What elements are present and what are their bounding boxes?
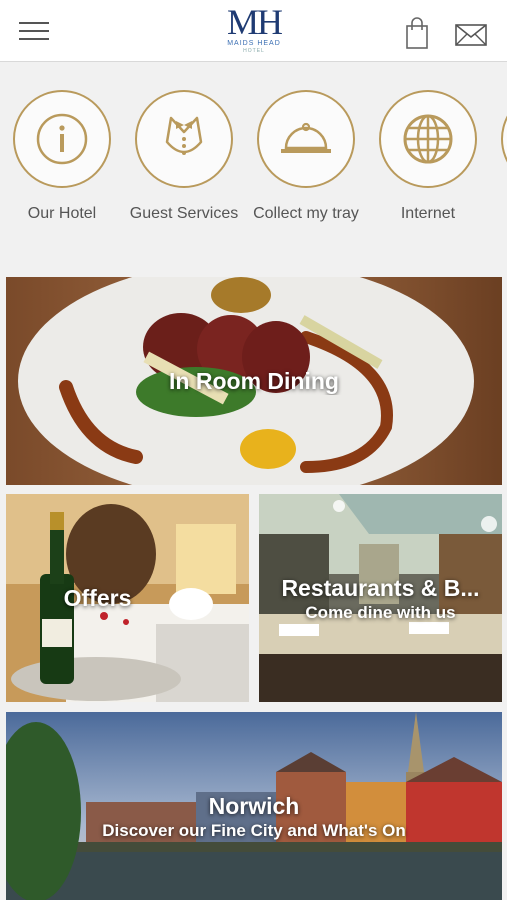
category-label: Internet bbox=[400, 205, 456, 222]
butler-icon bbox=[165, 116, 203, 155]
category-internet[interactable]: Internet bbox=[368, 90, 488, 225]
tile-title: Restaurants & B... bbox=[281, 575, 480, 601]
tile-norwich[interactable]: Norwich Discover our Fine City and What'… bbox=[6, 712, 502, 900]
tile-subtitle: Discover our Fine City and What's On bbox=[102, 821, 406, 840]
globe-icon bbox=[403, 114, 453, 164]
tile-offers[interactable]: Offers bbox=[6, 494, 249, 702]
logo-text: MAIDS HEAD bbox=[227, 40, 281, 47]
tile-in-room-dining[interactable]: In Room Dining bbox=[6, 277, 502, 485]
category-carousel[interactable]: Our Hotel Guest Services Collect my tray bbox=[0, 62, 507, 272]
category-label: Guest Services bbox=[129, 205, 239, 222]
hamburger-menu-icon[interactable] bbox=[14, 14, 54, 48]
shopping-bag-icon[interactable] bbox=[402, 16, 432, 50]
category-label: Collect my tray bbox=[253, 205, 359, 222]
envelope-icon[interactable] bbox=[452, 16, 490, 48]
tile-subtitle: Come dine with us bbox=[305, 603, 456, 622]
cloche-icon bbox=[281, 122, 331, 153]
hotel-logo[interactable]: MH MAIDS HEAD HOTEL bbox=[218, 4, 290, 58]
tile-title: Offers bbox=[63, 585, 132, 611]
logo-mark: MH bbox=[226, 2, 283, 42]
category-collect-my-tray[interactable]: Collect my tray bbox=[246, 90, 366, 225]
category-next-partial[interactable] bbox=[490, 90, 507, 188]
top-bar: MH MAIDS HEAD HOTEL bbox=[0, 0, 507, 62]
category-guest-services[interactable]: Guest Services bbox=[124, 90, 244, 225]
tile-restaurants-bars[interactable]: Restaurants & B... Come dine with us bbox=[259, 494, 502, 702]
logo-subtext: HOTEL bbox=[243, 48, 265, 54]
tile-title: In Room Dining bbox=[169, 368, 339, 394]
category-label: Our Hotel bbox=[27, 205, 97, 222]
tile-title: Norwich bbox=[208, 793, 300, 819]
category-our-hotel[interactable]: Our Hotel bbox=[2, 90, 122, 225]
info-icon bbox=[36, 113, 88, 165]
